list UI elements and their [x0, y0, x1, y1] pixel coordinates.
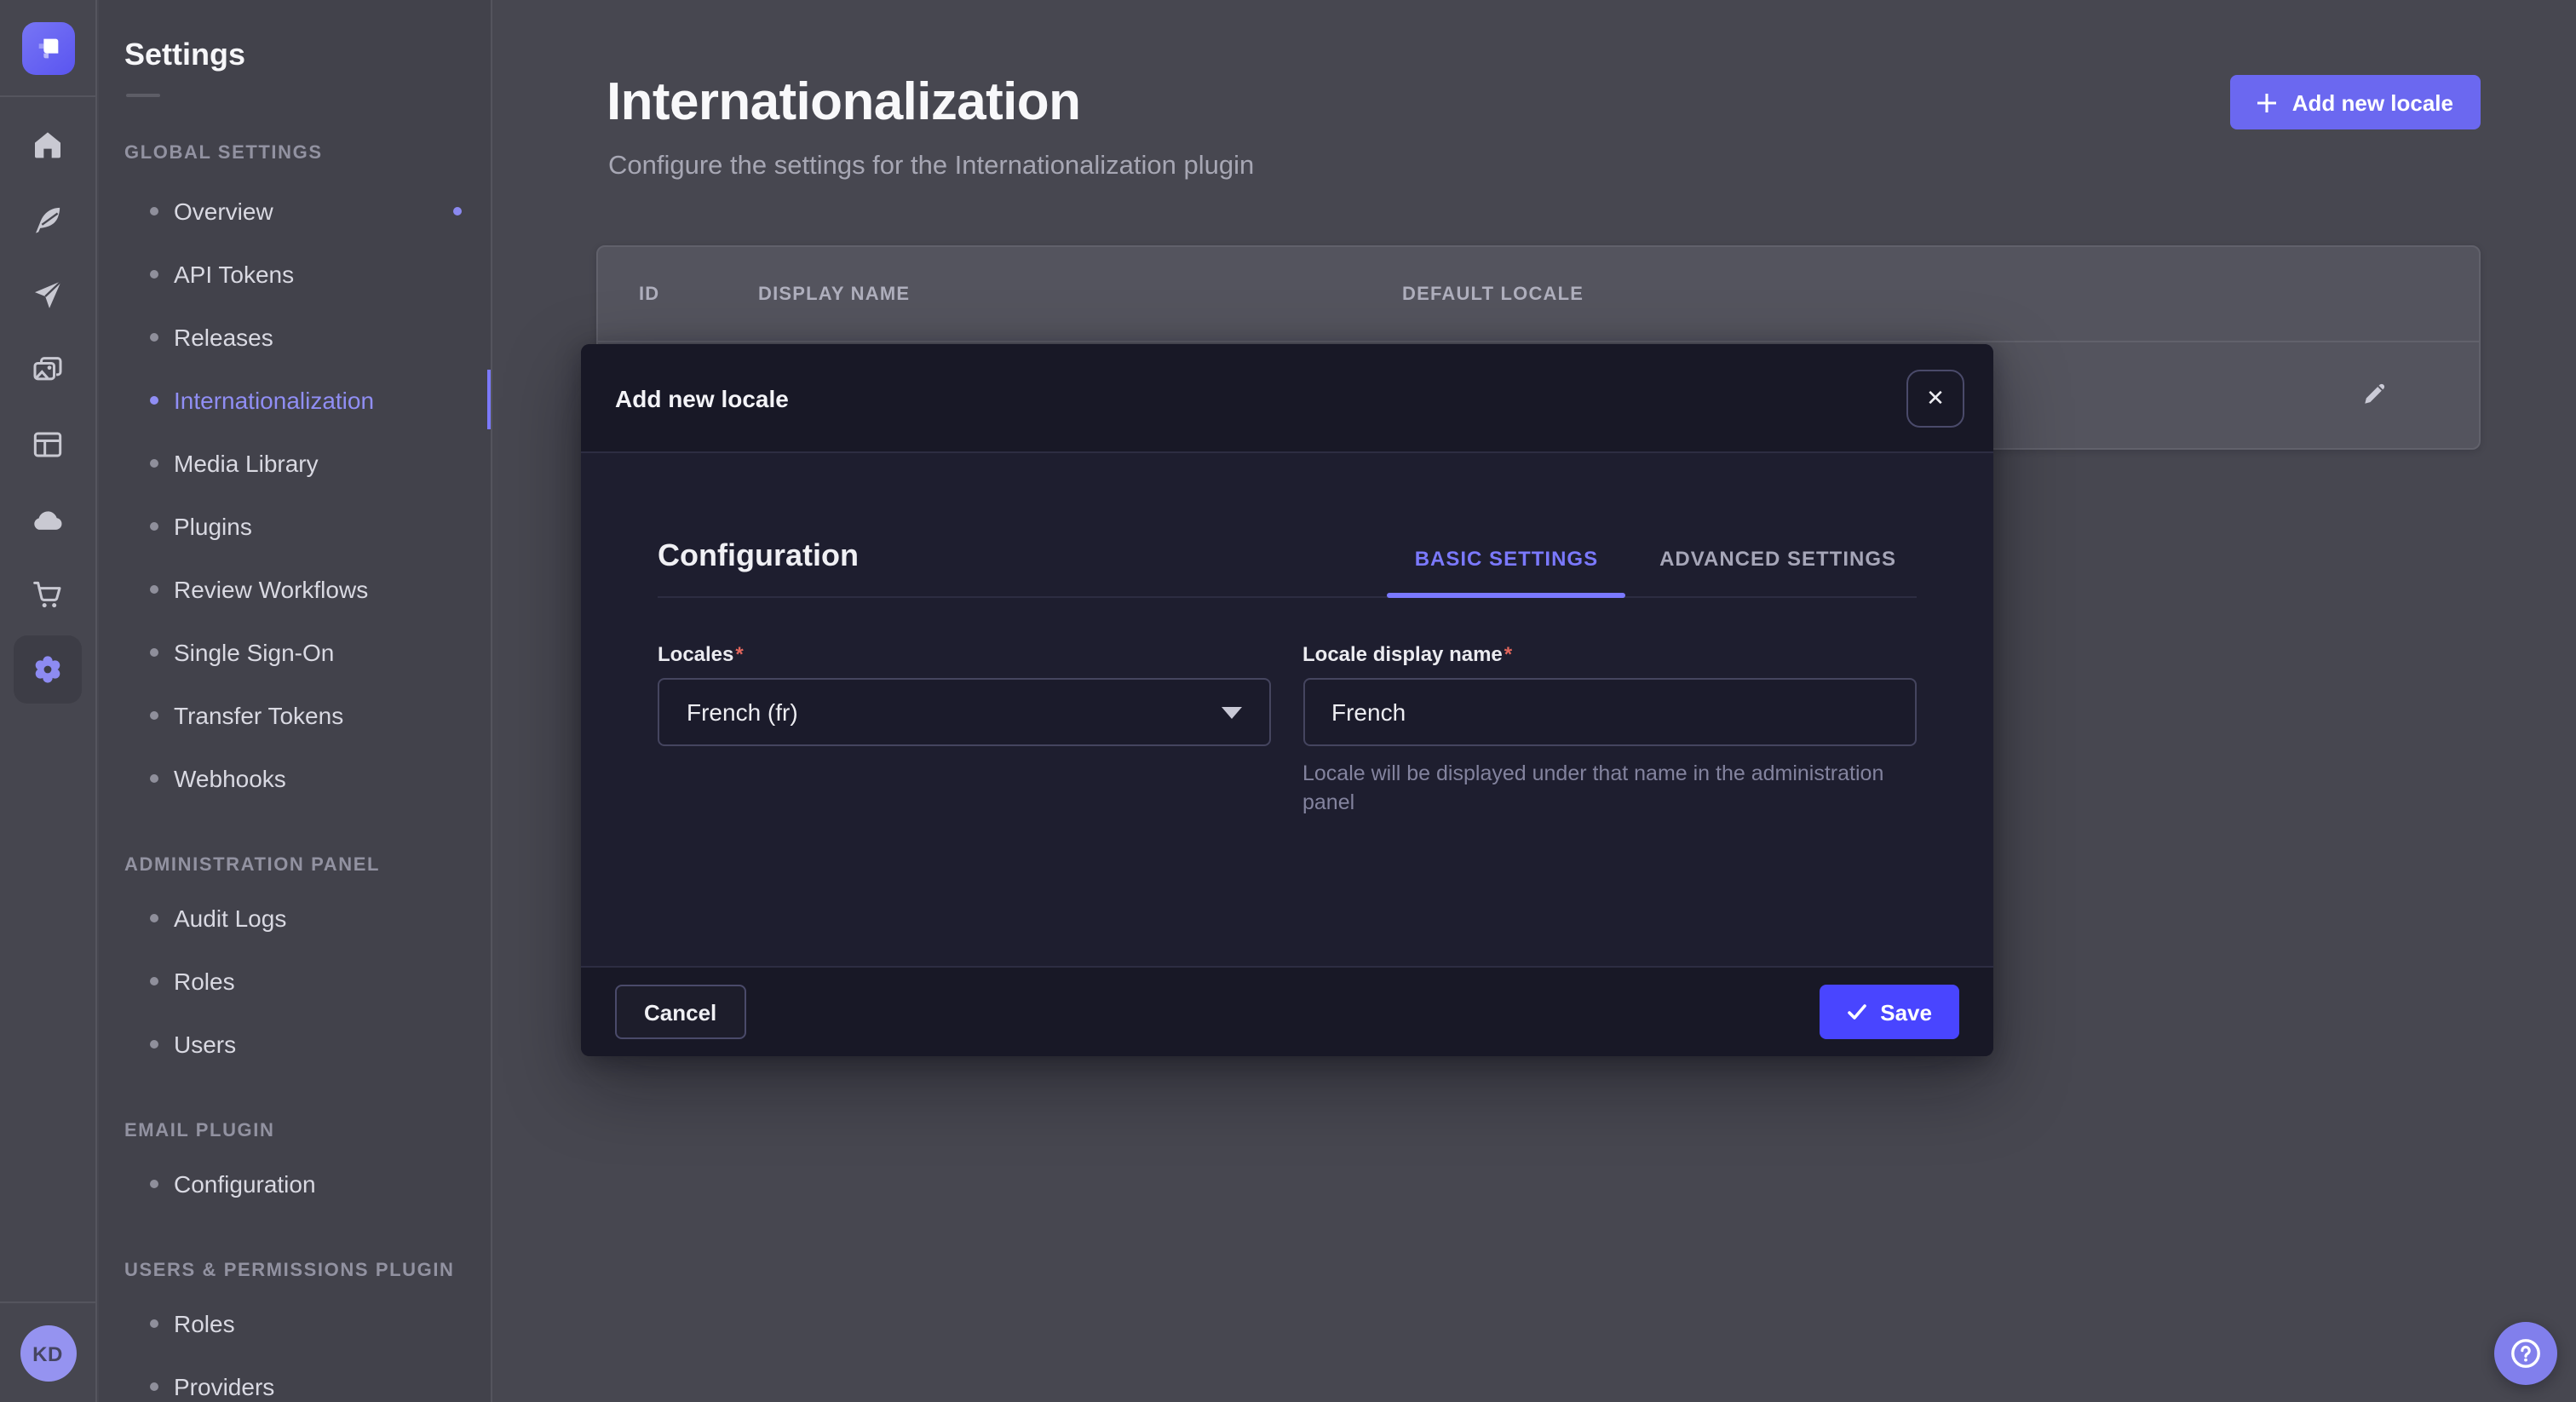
sidebar-item-plugins[interactable]: Plugins [99, 494, 491, 557]
close-icon[interactable]: ✕ [1906, 369, 1964, 427]
modal-title: Add new locale [615, 384, 789, 411]
configuration-title: Configuration [658, 538, 859, 574]
section-items-admin: Audit Logs Roles Users [99, 886, 491, 1075]
sidebar-item-up-roles[interactable]: Roles [99, 1291, 491, 1354]
bullet-dot [150, 1039, 158, 1048]
content-manager-icon[interactable] [14, 411, 82, 479]
chevron-down-icon [1221, 706, 1241, 718]
sidebar-item-overview[interactable]: Overview [99, 179, 491, 242]
configuration-header-row: Configuration BASIC SETTINGS ADVANCED SE… [658, 453, 1917, 598]
modal-footer: Cancel Save [581, 966, 1993, 1056]
strapi-admin-window: KD Settings GLOBAL SETTINGS Overview API… [0, 0, 2576, 1402]
settings-gear-icon[interactable] [14, 635, 82, 704]
sidebar-item-media-library[interactable]: Media Library [99, 431, 491, 494]
add-new-locale-modal: Add new locale ✕ Configuration BASIC SET… [581, 344, 1993, 1056]
required-asterisk: * [735, 642, 743, 666]
bullet-dot [150, 269, 158, 278]
strapi-logo-icon [33, 33, 62, 62]
bullet-dot [150, 395, 158, 404]
modal-body: Configuration BASIC SETTINGS ADVANCED SE… [581, 453, 1993, 818]
check-icon [1846, 1002, 1866, 1022]
locales-label: Locales* [658, 642, 1270, 666]
icon-nav-list [14, 97, 82, 710]
strapi-logo[interactable] [21, 21, 74, 74]
section-header-email-plugin: EMAIL PLUGIN [124, 1121, 463, 1141]
sidebar-item-up-providers[interactable]: Providers [99, 1354, 491, 1402]
cancel-button[interactable]: Cancel [615, 985, 745, 1039]
sidebar-title: Settings [124, 37, 491, 73]
sidebar-item-transfer-tokens[interactable]: Transfer Tokens [99, 683, 491, 746]
active-item-indicator [487, 370, 492, 429]
feather-icon[interactable] [14, 186, 82, 254]
sidebar-item-internationalization[interactable]: Internationalization [99, 368, 491, 431]
user-avatar[interactable]: KD [20, 1325, 76, 1382]
bullet-dot [150, 773, 158, 782]
page-subtitle: Configure the settings for the Internati… [494, 133, 2576, 182]
column-header-display-name: DISPLAY NAME [758, 284, 1402, 304]
section-header-users-permissions-plugin: USERS & PERMISSIONS PLUGIN [124, 1261, 463, 1281]
bullet-dot [150, 913, 158, 922]
sidebar-item-api-tokens[interactable]: API Tokens [99, 242, 491, 305]
bullet-dot [150, 206, 158, 215]
save-button[interactable]: Save [1819, 985, 1959, 1039]
home-icon[interactable] [14, 111, 82, 179]
tab-advanced-settings[interactable]: ADVANCED SETTINGS [1659, 547, 1896, 574]
sidebar-item-users[interactable]: Users [99, 1012, 491, 1075]
sidebar-item-review-workflows[interactable]: Review Workflows [99, 557, 491, 620]
bullet-dot [150, 710, 158, 719]
bullet-dot [150, 1382, 158, 1390]
display-name-label: Locale display name* [1302, 642, 1917, 666]
tab-basic-settings[interactable]: BASIC SETTINGS [1415, 547, 1598, 574]
column-header-id: ID [639, 284, 758, 304]
modal-header: Add new locale ✕ [581, 344, 1993, 453]
marketplace-cart-icon[interactable] [14, 560, 82, 629]
locales-select-value: French (fr) [687, 698, 798, 726]
section-items-email: Configuration [99, 1152, 491, 1215]
bullet-dot [150, 521, 158, 530]
section-items-users-permissions: Roles Providers [99, 1291, 491, 1402]
bullet-dot [150, 647, 158, 656]
sidebar-item-email-configuration[interactable]: Configuration [99, 1152, 491, 1215]
sidebar-item-audit-logs[interactable]: Audit Logs [99, 886, 491, 949]
bullet-dot [150, 584, 158, 593]
section-header-administration-panel: ADMINISTRATION PANEL [124, 855, 463, 876]
bullet-dot [150, 976, 158, 985]
table-header-row: ID DISPLAY NAME DEFAULT LOCALE [598, 247, 2479, 342]
required-asterisk: * [1504, 642, 1512, 666]
section-items-global: Overview API Tokens Releases Internation… [99, 179, 491, 809]
sidebar-item-admin-roles[interactable]: Roles [99, 949, 491, 1012]
bullet-dot [150, 1319, 158, 1327]
form-fields-row: Locales* French (fr) Locale display name… [658, 642, 1917, 818]
pencil-icon [2360, 377, 2390, 408]
locales-select[interactable]: French (fr) [658, 678, 1270, 746]
bullet-dot [150, 332, 158, 341]
plus-icon [2258, 93, 2277, 112]
iconbar-footer: KD [0, 1301, 95, 1402]
help-button[interactable] [2494, 1322, 2557, 1385]
logo-section [0, 0, 95, 97]
locales-field: Locales* French (fr) [658, 642, 1270, 818]
sidebar-item-webhooks[interactable]: Webhooks [99, 746, 491, 809]
section-header-global-settings: GLOBAL SETTINGS [124, 143, 463, 164]
cloud-icon[interactable] [14, 486, 82, 554]
column-header-default-locale: DEFAULT LOCALE [1402, 284, 1584, 304]
question-mark-icon [2510, 1337, 2542, 1370]
settings-tabs: BASIC SETTINGS ADVANCED SETTINGS [1415, 547, 1917, 574]
notification-dot [453, 206, 462, 215]
sidebar-item-single-sign-on[interactable]: Single Sign-On [99, 620, 491, 683]
display-name-hint: Locale will be displayed under that name… [1302, 760, 1917, 818]
paper-plane-icon[interactable] [14, 261, 82, 329]
icon-sidebar: KD [0, 0, 97, 1402]
sidebar-title-divider [126, 94, 160, 97]
media-library-icon[interactable] [14, 336, 82, 404]
sidebar-item-releases[interactable]: Releases [99, 305, 491, 368]
bullet-dot [150, 458, 158, 467]
display-name-field: Locale display name* Locale will be disp… [1302, 642, 1917, 818]
edit-locale-button[interactable] [2353, 371, 2397, 420]
display-name-input[interactable] [1302, 678, 1917, 746]
settings-sidebar: Settings GLOBAL SETTINGS Overview API To… [99, 0, 492, 1402]
add-new-locale-button[interactable]: Add new locale [2231, 75, 2481, 129]
bullet-dot [150, 1179, 158, 1187]
